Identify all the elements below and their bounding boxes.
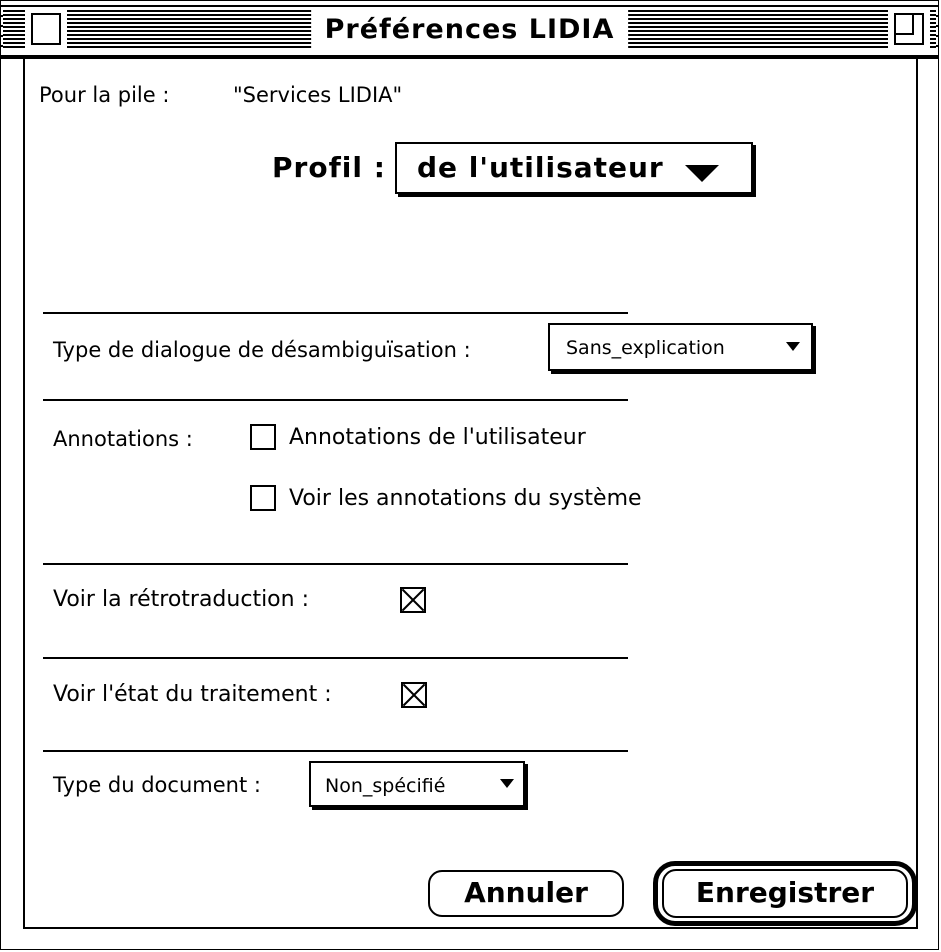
zoom-box-icon[interactable] [894,13,924,45]
stack-name: "Services LIDIA" [233,83,403,107]
system-annotations-checkbox[interactable] [250,485,276,511]
triangle-down-icon [500,779,514,788]
separator [43,563,628,565]
user-annotations-checkbox[interactable] [250,424,276,450]
stack-label: Pour la pile : [39,83,170,107]
title-bar[interactable]: Préférences LIDIA [1,1,938,59]
processing-state-checkbox[interactable] [401,682,427,708]
triangle-down-icon [685,165,719,182]
document-type-popup[interactable]: Non_spécifié [309,761,525,807]
profile-popup[interactable]: de l'utilisateur [395,142,753,194]
profile-label: Profil : [272,151,386,184]
separator [43,657,628,659]
processing-state-label: Voir l'état du traitement : [53,682,332,707]
document-type-value: Non_spécifié [325,775,446,797]
separator [43,750,628,752]
separator [43,399,628,401]
back-translation-checkbox[interactable] [400,587,426,613]
cancel-button[interactable]: Annuler [428,870,624,917]
user-annotations-label[interactable]: Annotations de l'utilisateur [289,425,586,450]
triangle-down-icon [786,342,800,351]
document-type-label: Type du document : [53,773,261,797]
preferences-window: Préférences LIDIA Pour la pile : "Servic… [0,0,939,950]
disambiguation-label: Type de dialogue de désambiguïsation : [53,338,471,362]
disambiguation-value: Sans_explication [566,337,725,359]
save-button[interactable]: Enregistrer [662,869,908,918]
window-title: Préférences LIDIA [310,10,629,50]
separator [43,312,628,314]
system-annotations-label[interactable]: Voir les annotations du système [289,486,642,511]
back-translation-label: Voir la rétrotraduction : [53,587,309,612]
annotations-label: Annotations : [53,427,193,451]
profile-value: de l'utilisateur [417,151,664,184]
close-box-icon[interactable] [31,13,61,45]
disambiguation-popup[interactable]: Sans_explication [548,323,813,371]
